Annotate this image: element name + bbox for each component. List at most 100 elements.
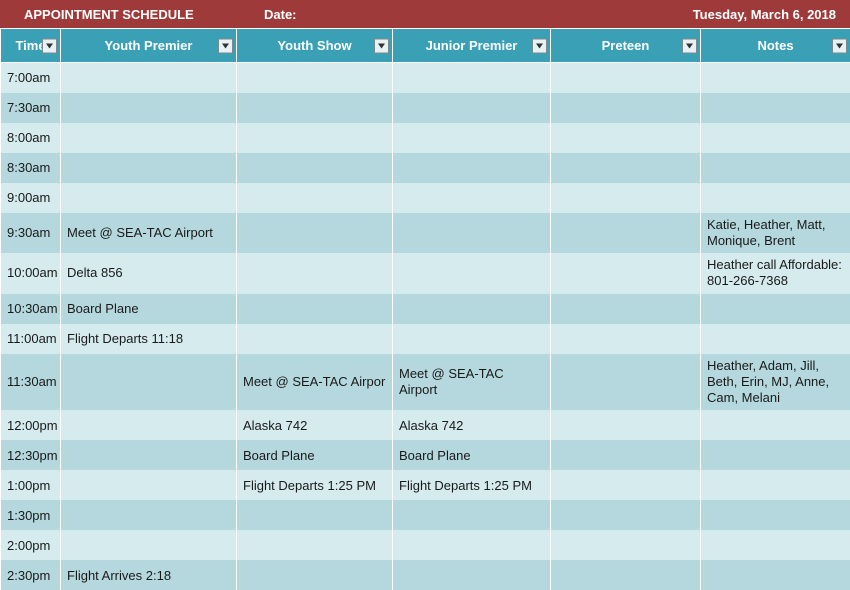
col-header-preteen[interactable]: Preteen bbox=[551, 29, 701, 63]
cell-youth-premier[interactable] bbox=[61, 93, 237, 123]
cell-youth-show[interactable] bbox=[237, 253, 393, 294]
cell-preteen[interactable] bbox=[551, 560, 701, 590]
cell-youth-premier[interactable] bbox=[61, 470, 237, 500]
cell-youth-show[interactable] bbox=[237, 63, 393, 93]
cell-youth-show[interactable] bbox=[237, 530, 393, 560]
col-header-junior-premier[interactable]: Junior Premier bbox=[393, 29, 551, 63]
cell-junior-premier[interactable] bbox=[393, 153, 551, 183]
cell-youth-premier[interactable] bbox=[61, 440, 237, 470]
cell-youth-show[interactable]: Board Plane bbox=[237, 440, 393, 470]
cell-junior-premier[interactable] bbox=[393, 530, 551, 560]
cell-notes[interactable] bbox=[701, 294, 850, 324]
cell-youth-premier[interactable] bbox=[61, 183, 237, 213]
col-header-youth-premier[interactable]: Youth Premier bbox=[61, 29, 237, 63]
cell-youth-premier[interactable] bbox=[61, 123, 237, 153]
cell-time[interactable]: 8:30am bbox=[1, 153, 61, 183]
cell-time[interactable]: 10:00am bbox=[1, 253, 61, 294]
cell-youth-show[interactable] bbox=[237, 560, 393, 590]
cell-time[interactable]: 1:30pm bbox=[1, 500, 61, 530]
cell-notes[interactable] bbox=[701, 440, 850, 470]
cell-notes[interactable] bbox=[701, 560, 850, 590]
cell-junior-premier[interactable] bbox=[393, 324, 551, 354]
cell-time[interactable]: 11:00am bbox=[1, 324, 61, 354]
cell-time[interactable]: 2:00pm bbox=[1, 530, 61, 560]
cell-youth-show[interactable] bbox=[237, 324, 393, 354]
cell-youth-show[interactable]: Alaska 742 bbox=[237, 410, 393, 440]
filter-dropdown-icon[interactable] bbox=[374, 38, 389, 53]
cell-junior-premier[interactable]: Board Plane bbox=[393, 440, 551, 470]
cell-time[interactable]: 12:30pm bbox=[1, 440, 61, 470]
cell-time[interactable]: 7:00am bbox=[1, 63, 61, 93]
cell-preteen[interactable] bbox=[551, 440, 701, 470]
cell-notes[interactable] bbox=[701, 410, 850, 440]
cell-junior-premier[interactable] bbox=[393, 183, 551, 213]
cell-time[interactable]: 9:30am bbox=[1, 213, 61, 254]
cell-youth-premier[interactable] bbox=[61, 354, 237, 411]
cell-notes[interactable] bbox=[701, 500, 850, 530]
cell-time[interactable]: 1:00pm bbox=[1, 470, 61, 500]
cell-junior-premier[interactable] bbox=[393, 93, 551, 123]
cell-junior-premier[interactable]: Flight Departs 1:25 PM bbox=[393, 470, 551, 500]
cell-junior-premier[interactable] bbox=[393, 213, 551, 254]
cell-youth-premier[interactable] bbox=[61, 63, 237, 93]
cell-youth-premier[interactable] bbox=[61, 153, 237, 183]
cell-junior-premier[interactable] bbox=[393, 294, 551, 324]
cell-youth-premier[interactable]: Flight Arrives 2:18 bbox=[61, 560, 237, 590]
cell-youth-premier[interactable] bbox=[61, 530, 237, 560]
cell-youth-show[interactable] bbox=[237, 93, 393, 123]
cell-youth-show[interactable]: Flight Departs 1:25 PM bbox=[237, 470, 393, 500]
cell-time[interactable]: 12:00pm bbox=[1, 410, 61, 440]
cell-time[interactable]: 9:00am bbox=[1, 183, 61, 213]
cell-youth-premier[interactable]: Meet @ SEA-TAC Airport bbox=[61, 213, 237, 254]
filter-dropdown-icon[interactable] bbox=[832, 38, 847, 53]
cell-preteen[interactable] bbox=[551, 183, 701, 213]
cell-preteen[interactable] bbox=[551, 213, 701, 254]
cell-youth-show[interactable] bbox=[237, 123, 393, 153]
cell-junior-premier[interactable] bbox=[393, 560, 551, 590]
cell-notes[interactable] bbox=[701, 93, 850, 123]
cell-notes[interactable] bbox=[701, 530, 850, 560]
filter-dropdown-icon[interactable] bbox=[42, 38, 57, 53]
cell-notes[interactable]: Heather call Affordable: 801-266-7368 bbox=[701, 253, 850, 294]
cell-preteen[interactable] bbox=[551, 153, 701, 183]
filter-dropdown-icon[interactable] bbox=[532, 38, 547, 53]
cell-notes[interactable] bbox=[701, 153, 850, 183]
cell-junior-premier[interactable] bbox=[393, 500, 551, 530]
cell-notes[interactable] bbox=[701, 470, 850, 500]
cell-youth-show[interactable]: Meet @ SEA-TAC Airpor bbox=[237, 354, 393, 411]
col-header-time[interactable]: Time bbox=[1, 29, 61, 63]
cell-preteen[interactable] bbox=[551, 63, 701, 93]
cell-youth-show[interactable] bbox=[237, 213, 393, 254]
cell-youth-show[interactable] bbox=[237, 153, 393, 183]
filter-dropdown-icon[interactable] bbox=[682, 38, 697, 53]
cell-notes[interactable]: Heather, Adam, Jill, Beth, Erin, MJ, Ann… bbox=[701, 354, 850, 411]
cell-preteen[interactable] bbox=[551, 294, 701, 324]
cell-preteen[interactable] bbox=[551, 354, 701, 411]
cell-notes[interactable] bbox=[701, 63, 850, 93]
cell-time[interactable]: 10:30am bbox=[1, 294, 61, 324]
cell-preteen[interactable] bbox=[551, 123, 701, 153]
cell-junior-premier[interactable]: Meet @ SEA-TAC Airport bbox=[393, 354, 551, 411]
cell-youth-premier[interactable] bbox=[61, 500, 237, 530]
cell-notes[interactable] bbox=[701, 123, 850, 153]
cell-preteen[interactable] bbox=[551, 324, 701, 354]
filter-dropdown-icon[interactable] bbox=[218, 38, 233, 53]
cell-youth-premier[interactable]: Delta 856 bbox=[61, 253, 237, 294]
col-header-youth-show[interactable]: Youth Show bbox=[237, 29, 393, 63]
cell-junior-premier[interactable] bbox=[393, 63, 551, 93]
cell-time[interactable]: 7:30am bbox=[1, 93, 61, 123]
cell-notes[interactable] bbox=[701, 183, 850, 213]
cell-preteen[interactable] bbox=[551, 410, 701, 440]
cell-preteen[interactable] bbox=[551, 253, 701, 294]
cell-preteen[interactable] bbox=[551, 470, 701, 500]
cell-time[interactable]: 11:30am bbox=[1, 354, 61, 411]
cell-notes[interactable]: Katie, Heather, Matt, Monique, Brent bbox=[701, 213, 850, 254]
cell-junior-premier[interactable]: Alaska 742 bbox=[393, 410, 551, 440]
cell-youth-show[interactable] bbox=[237, 500, 393, 530]
col-header-notes[interactable]: Notes bbox=[701, 29, 850, 63]
cell-junior-premier[interactable] bbox=[393, 123, 551, 153]
cell-youth-premier[interactable] bbox=[61, 410, 237, 440]
cell-time[interactable]: 8:00am bbox=[1, 123, 61, 153]
cell-preteen[interactable] bbox=[551, 530, 701, 560]
cell-youth-show[interactable] bbox=[237, 183, 393, 213]
